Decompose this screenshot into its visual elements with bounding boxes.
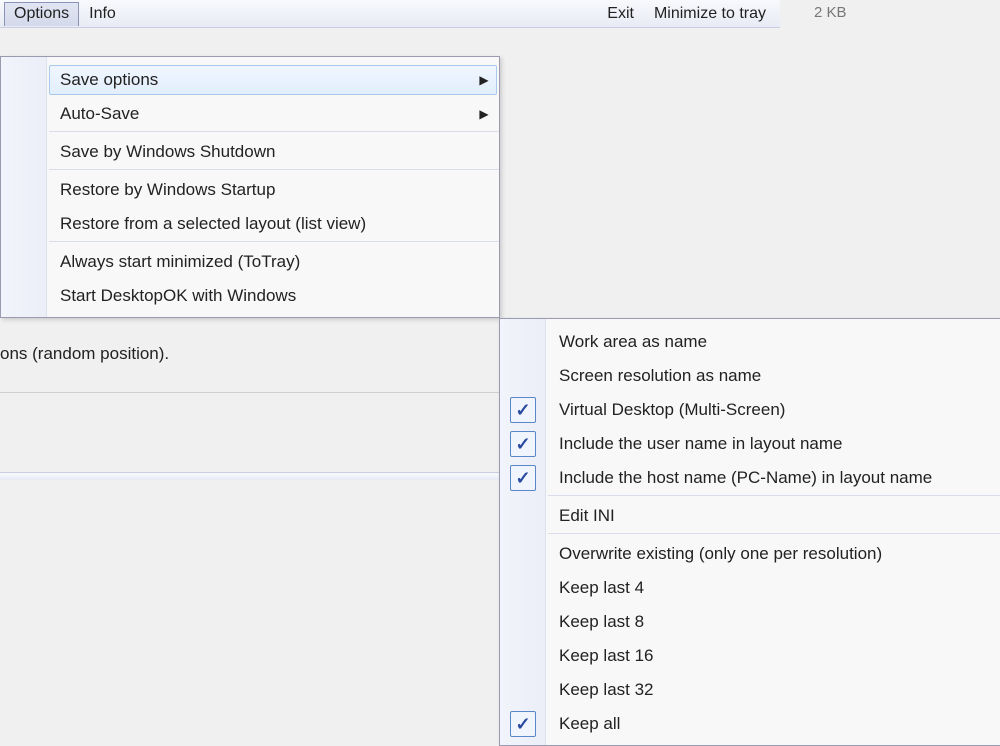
options-menu-item[interactable]: Save options▶ <box>1 63 499 97</box>
save-options-submenu-item[interactable]: ✓ Virtual Desktop (Multi-Screen) <box>500 393 1000 427</box>
background-text: ons (random position). <box>0 344 169 364</box>
menu-separator <box>548 495 1000 496</box>
save-options-submenu-item[interactable]: Work area as name <box>500 325 1000 359</box>
submenu-arrow-icon: ▶ <box>472 73 496 87</box>
menubar: Options Info Exit Minimize to tray <box>0 0 780 28</box>
menu-minimize[interactable]: Minimize to tray <box>644 2 776 26</box>
save-options-submenu-item[interactable]: Keep last 4 <box>500 571 1000 605</box>
check-slot: ✓ <box>500 397 546 423</box>
menu-item-label: Screen resolution as name <box>549 366 997 386</box>
options-menu-item[interactable]: Auto-Save▶ <box>1 97 499 131</box>
save-options-submenu-item[interactable]: Edit INI <box>500 499 1000 533</box>
checkmark-icon: ✓ <box>510 711 536 737</box>
menu-item-label: Restore from a selected layout (list vie… <box>50 214 496 234</box>
menu-info[interactable]: Info <box>79 2 126 26</box>
checkmark-icon: ✓ <box>510 431 536 457</box>
menu-item-label: Auto-Save <box>50 104 472 124</box>
menu-item-label: Virtual Desktop (Multi-Screen) <box>549 400 997 420</box>
menu-item-label: Save options <box>50 70 472 90</box>
background-statusbar <box>0 472 500 480</box>
save-options-submenu-item[interactable]: Keep last 8 <box>500 605 1000 639</box>
menu-separator <box>49 241 499 242</box>
options-menu: Save options▶Auto-Save▶Save by Windows S… <box>0 56 500 318</box>
options-menu-item[interactable]: Restore from a selected layout (list vie… <box>1 207 499 241</box>
check-slot: ✓ <box>500 465 546 491</box>
check-slot: ✓ <box>500 711 546 737</box>
menu-item-label: Keep last 32 <box>549 680 997 700</box>
background-divider <box>0 392 500 393</box>
menu-item-label: Save by Windows Shutdown <box>50 142 496 162</box>
menu-exit[interactable]: Exit <box>597 2 644 26</box>
menu-item-label: Work area as name <box>549 332 997 352</box>
options-menu-item[interactable]: Save by Windows Shutdown <box>1 135 499 169</box>
menu-item-label: Always start minimized (ToTray) <box>50 252 496 272</box>
checkmark-icon: ✓ <box>510 397 536 423</box>
menu-separator <box>548 533 1000 534</box>
submenu-arrow-icon: ▶ <box>472 107 496 121</box>
menu-item-label: Restore by Windows Startup <box>50 180 496 200</box>
save-options-submenu-item[interactable]: ✓ Include the host name (PC-Name) in layo… <box>500 461 1000 495</box>
check-slot: ✓ <box>500 431 546 457</box>
save-options-submenu-item[interactable]: Keep last 16 <box>500 639 1000 673</box>
menu-options[interactable]: Options <box>4 2 79 26</box>
checkmark-icon: ✓ <box>510 465 536 491</box>
save-options-submenu-item[interactable]: Overwrite existing (only one per resolut… <box>500 537 1000 571</box>
menu-item-label: Keep last 16 <box>549 646 997 666</box>
menu-item-label: Keep last 4 <box>549 578 997 598</box>
menu-item-label: Keep all <box>549 714 997 734</box>
options-menu-item[interactable]: Start DesktopOK with Windows <box>1 279 499 313</box>
save-options-submenu: Work area as name Screen resolution as na… <box>499 318 1000 746</box>
menu-item-label: Include the host name (PC-Name) in layou… <box>549 468 997 488</box>
menu-item-label: Start DesktopOK with Windows <box>50 286 496 306</box>
save-options-submenu-item[interactable]: ✓ Keep all <box>500 707 1000 741</box>
save-options-submenu-item[interactable]: Screen resolution as name <box>500 359 1000 393</box>
save-options-submenu-item[interactable]: ✓ Include the user name in layout name <box>500 427 1000 461</box>
options-menu-item[interactable]: Restore by Windows Startup <box>1 173 499 207</box>
options-menu-item[interactable]: Always start minimized (ToTray) <box>1 245 499 279</box>
file-size-label: 2 KB <box>790 0 871 25</box>
menu-separator <box>49 169 499 170</box>
menu-item-label: Keep last 8 <box>549 612 997 632</box>
menu-item-label: Overwrite existing (only one per resolut… <box>549 544 997 564</box>
menu-item-label: Include the user name in layout name <box>549 434 997 454</box>
menu-item-label: Edit INI <box>549 506 997 526</box>
menu-separator <box>49 131 499 132</box>
save-options-submenu-item[interactable]: Keep last 32 <box>500 673 1000 707</box>
